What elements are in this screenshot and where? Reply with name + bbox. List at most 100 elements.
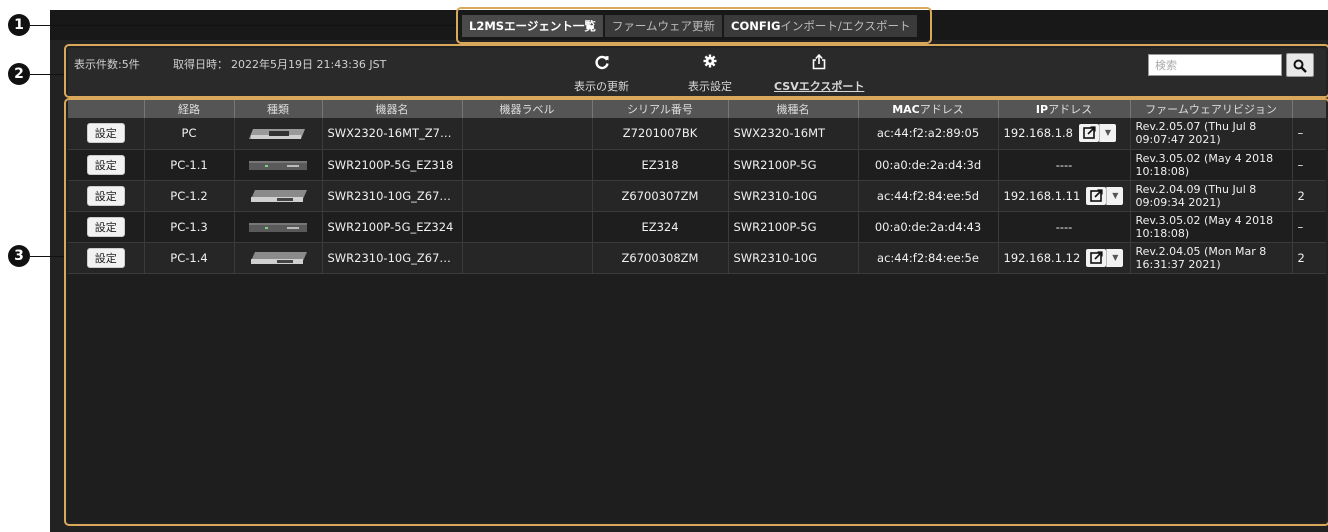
table-header-row: 経路 種類 機器名 機器ラベル シリアル番号 機種名 MACアドレス IPアドレ… — [68, 100, 1326, 118]
setting-cell: 設定 — [68, 149, 145, 181]
table-row[interactable]: 設定 PC-1.1 SWR2100P-5G_EZ318 EZ318 SWR2100P-5… — [68, 149, 1326, 181]
agent-table: 経路 種類 機器名 機器ラベル シリアル番号 機種名 MACアドレス IPアドレ… — [68, 100, 1326, 522]
refresh-icon — [574, 54, 629, 72]
setting-cell: 設定 — [68, 242, 145, 274]
device-type-cell — [234, 180, 323, 212]
firmware-cell: Rev.2.05.07 (Thu Jul 8 09:07:47 2021) — [1130, 118, 1293, 150]
column-header-ip[interactable]: IPアドレス — [998, 100, 1131, 118]
ip-cell: ---- — [998, 211, 1131, 243]
device-name-cell: SWX2320-16MT_Z7… — [322, 118, 463, 150]
device-name-cell: SWR2310-10G_Z67… — [322, 242, 463, 274]
firmware-cell: Rev.3.05.02 (May 4 2018 10:18:08) — [1130, 211, 1293, 243]
ip-cell: 192.168.1.11 ▼ — [998, 180, 1131, 212]
route-cell: PC-1.2 — [144, 180, 235, 212]
column-header-mac[interactable]: MACアドレス — [858, 100, 999, 118]
device-type-cell — [234, 149, 323, 181]
column-header[interactable] — [68, 100, 145, 118]
device-label-cell — [462, 242, 593, 274]
switch-device-icon — [247, 127, 309, 141]
route-cell: PC — [144, 118, 235, 150]
extra-cell: – — [1292, 118, 1326, 150]
firmware-revision: Rev.2.04.05 (Mon Mar 8 16:31:37 2021) — [1135, 244, 1267, 271]
gear-icon — [688, 54, 732, 72]
column-header[interactable]: 経路 — [144, 100, 235, 118]
tab-bar: L2MSエージェント一覧 ファームウェア更新 CONFIGインポート/エクスポー… — [462, 15, 919, 37]
toolbar: 表示件数:5件 取得日時： 2022年5月19日 21:43:36 JST 表示… — [68, 48, 1326, 96]
callout-marker: 3 — [8, 245, 30, 267]
mac-cell: ac:44:f2:84:ee:5d — [858, 180, 999, 212]
csv-export-button[interactable]: CSVエクスポート — [774, 53, 864, 94]
extra-cell: – — [1292, 149, 1326, 181]
table-row[interactable]: 設定 PC SWX2320-16MT_Z7… Z7201007BK SWX2320-16… — [68, 118, 1326, 150]
setting-button[interactable]: 設定 — [86, 123, 125, 144]
model-cell: SWR2100P-5G — [728, 211, 859, 243]
open-external-icon[interactable] — [1086, 186, 1107, 205]
ip-address: 192.168.1.11 — [1003, 188, 1081, 203]
extra-cell: 2 — [1292, 242, 1326, 274]
table-row[interactable]: 設定 PC-1.3 SWR2100P-5G_EZ324 EZ324 SWR2100P-5… — [68, 211, 1326, 243]
callout-marker: 2 — [8, 63, 30, 85]
firmware-revision: Rev.3.05.02 (May 4 2018 10:18:08) — [1135, 151, 1274, 178]
extra-cell: – — [1292, 211, 1326, 243]
table-row[interactable]: 設定 PC-1.2 SWR2310-10G_Z67… Z6700307ZM SWR231… — [68, 180, 1326, 212]
open-external-icon[interactable] — [1079, 124, 1099, 143]
setting-button[interactable]: 設定 — [86, 247, 125, 268]
open-external-icon[interactable] — [1086, 248, 1107, 267]
column-header[interactable]: 種類 — [234, 100, 323, 118]
column-header[interactable] — [1292, 100, 1326, 118]
ip-cell: 192.168.1.8 ▼ — [998, 118, 1131, 150]
refresh-button[interactable]: 表示の更新 — [574, 54, 629, 94]
firmware-cell: Rev.2.04.09 (Thu Jul 8 09:09:34 2021) — [1130, 180, 1293, 212]
serial-cell: Z6700308ZM — [592, 242, 729, 274]
column-header[interactable]: シリアル番号 — [592, 100, 729, 118]
tab-config-import-export[interactable]: CONFIGインポート/エクスポート — [724, 15, 918, 37]
column-header[interactable]: 機種名 — [728, 100, 859, 118]
tab-l2ms-agent-list[interactable]: L2MSエージェント一覧 — [462, 15, 603, 37]
serial-cell: Z7201007BK — [592, 118, 729, 150]
device-label-cell — [462, 180, 593, 212]
tab-firmware-update[interactable]: ファームウェア更新 — [604, 15, 722, 37]
device-name-cell: SWR2100P-5G_EZ318 — [322, 149, 463, 181]
ip-cell: ---- — [998, 149, 1131, 181]
chevron-down-icon[interactable]: ▼ — [1099, 124, 1116, 143]
switch-device-icon — [247, 158, 309, 172]
setting-button[interactable]: 設定 — [86, 216, 125, 237]
firmware-cell: Rev.3.05.02 (May 4 2018 10:18:08) — [1130, 149, 1293, 181]
switch-device-icon — [247, 189, 309, 203]
fetch-time-label: 取得日時： — [173, 58, 228, 71]
model-cell: SWX2320-16MT — [728, 118, 859, 150]
callout-marker: 1 — [8, 14, 30, 36]
mac-cell: ac:44:f2:84:ee:5e — [858, 242, 999, 274]
display-settings-button[interactable]: 表示設定 — [688, 54, 732, 94]
mac-cell: 00:a0:de:2a:d4:43 — [858, 211, 999, 243]
device-type-cell — [234, 211, 323, 243]
chevron-down-icon[interactable]: ▼ — [1106, 186, 1124, 205]
column-header[interactable]: 機器ラベル — [462, 100, 593, 118]
serial-cell: EZ318 — [592, 149, 729, 181]
switch-device-icon — [247, 220, 309, 234]
setting-button[interactable]: 設定 — [86, 154, 125, 175]
chevron-down-icon[interactable]: ▼ — [1106, 248, 1124, 267]
device-label-cell — [462, 149, 593, 181]
model-cell: SWR2310-10G — [728, 180, 859, 212]
search-input[interactable] — [1148, 54, 1282, 76]
setting-cell: 設定 — [68, 118, 145, 150]
firmware-cell: Rev.2.04.05 (Mon Mar 8 16:31:37 2021) — [1130, 242, 1293, 274]
route-cell: PC-1.4 — [144, 242, 235, 274]
device-name-cell: SWR2100P-5G_EZ324 — [322, 211, 463, 243]
firmware-revision: Rev.2.05.07 (Thu Jul 8 09:07:47 2021) — [1135, 120, 1257, 147]
search-button[interactable] — [1286, 53, 1314, 77]
mac-cell: ac:44:f2:a2:89:05 — [858, 118, 999, 150]
setting-button[interactable]: 設定 — [86, 185, 125, 206]
search-icon — [1293, 58, 1307, 77]
setting-cell: 設定 — [68, 180, 145, 212]
table-row[interactable]: 設定 PC-1.4 SWR2310-10G_Z67… Z6700308ZM SWR231… — [68, 242, 1326, 274]
column-header[interactable]: 機器名 — [322, 100, 463, 118]
device-label-cell — [462, 118, 593, 150]
callout-leader — [30, 256, 66, 257]
column-header[interactable]: ファームウェアリビジョン — [1130, 100, 1293, 118]
firmware-revision: Rev.2.04.09 (Thu Jul 8 09:09:34 2021) — [1135, 182, 1257, 209]
ip-address: 192.168.1.8 — [1003, 126, 1074, 141]
serial-cell: Z6700307ZM — [592, 180, 729, 212]
device-type-cell — [234, 242, 323, 274]
